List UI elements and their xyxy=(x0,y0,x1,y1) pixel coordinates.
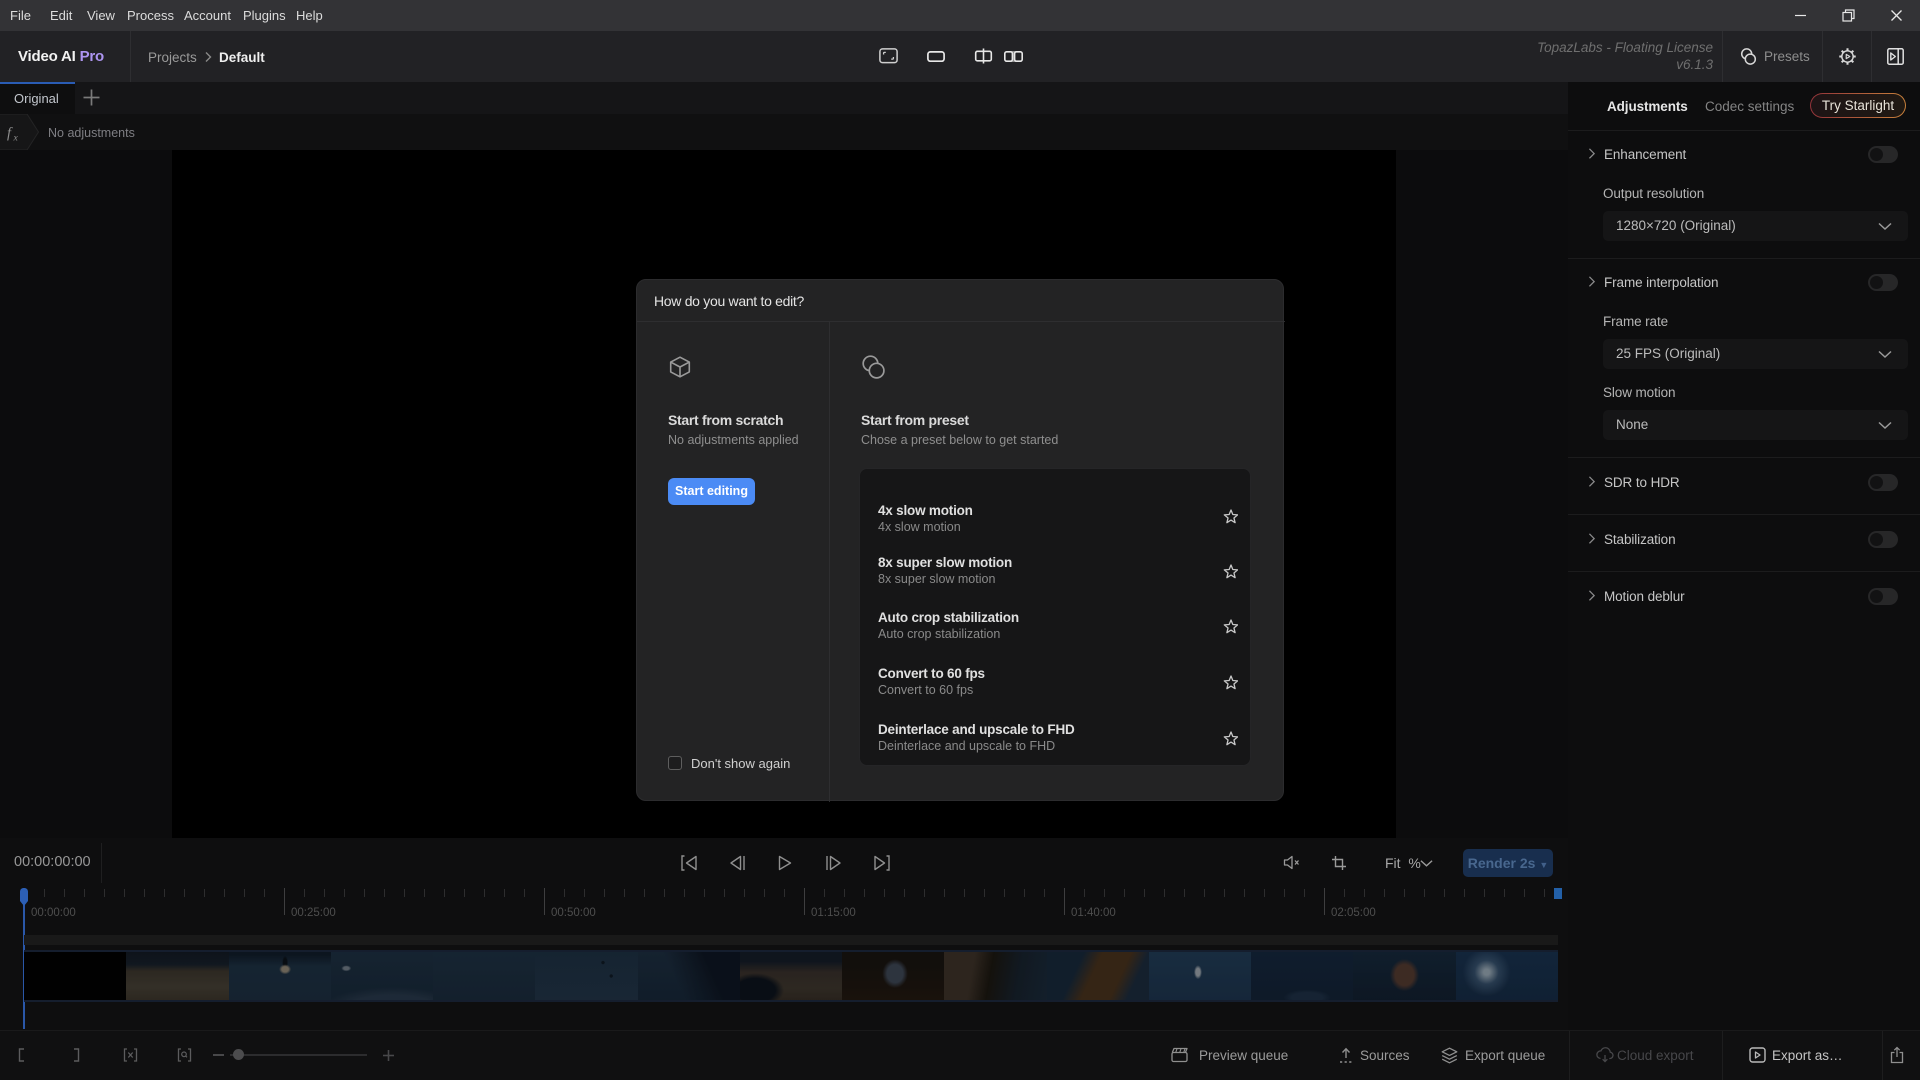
svg-text:x: x xyxy=(13,134,19,144)
